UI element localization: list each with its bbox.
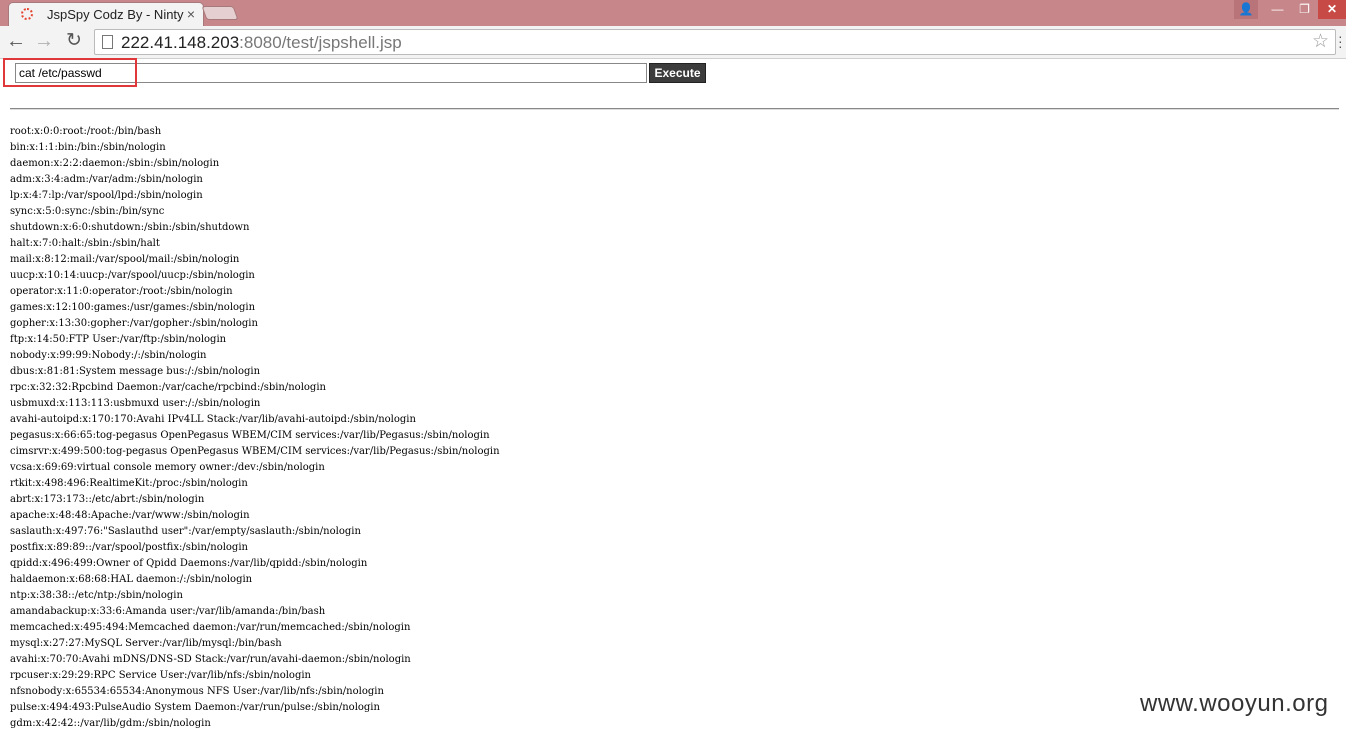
output-line: usbmuxd:x:113:113:usbmuxd user:/:/sbin/n…	[10, 398, 261, 409]
url-path: :8080/test/jspshell.jsp	[239, 33, 402, 52]
close-window-button[interactable]: ✕	[1318, 0, 1346, 19]
output-line: bin:x:1:1:bin:/bin:/sbin/nologin	[10, 142, 166, 153]
address-bar[interactable]: 222.41.148.203:8080/test/jspshell.jsp ☆	[94, 29, 1336, 55]
divider	[10, 108, 1339, 110]
output-line: uucp:x:10:14:uucp:/var/spool/uucp:/sbin/…	[10, 270, 255, 281]
output-line: abrt:x:173:173::/etc/abrt:/sbin/nologin	[10, 494, 205, 505]
output-line: haldaemon:x:68:68:HAL daemon:/:/sbin/nol…	[10, 574, 253, 585]
url-text[interactable]: 222.41.148.203:8080/test/jspshell.jsp	[121, 33, 402, 53]
output-line: memcached:x:495:494:Memcached daemon:/va…	[10, 622, 411, 633]
output-line: qpidd:x:496:499:Owner of Qpidd Daemons:/…	[10, 558, 368, 569]
back-icon[interactable]: ←	[4, 29, 28, 53]
output-line: rpcuser:x:29:29:RPC Service User:/var/li…	[10, 670, 311, 681]
output-line: nfsnobody:x:65534:65534:Anonymous NFS Us…	[10, 686, 384, 697]
output-line: amandabackup:x:33:6:Amanda user:/var/lib…	[10, 606, 326, 617]
tab-close-icon[interactable]: ×	[187, 6, 195, 22]
output-line: saslauth:x:497:76:"Saslauthd user":/var/…	[10, 526, 361, 537]
output-line: operator:x:11:0:operator:/root:/sbin/nol…	[10, 286, 233, 297]
output-line: adm:x:3:4:adm:/var/adm:/sbin/nologin	[10, 174, 203, 185]
output-line: pulse:x:494:493:PulseAudio System Daemon…	[10, 702, 380, 713]
output-line: shutdown:x:6:0:shutdown:/sbin:/sbin/shut…	[10, 222, 250, 233]
output-line: games:x:12:100:games:/usr/games:/sbin/no…	[10, 302, 256, 313]
tab-title: JspSpy Codz By - Ninty	[47, 7, 184, 22]
output-line: lp:x:4:7:lp:/var/spool/lpd:/sbin/nologin	[10, 190, 203, 201]
output-line: rtkit:x:498:496:RealtimeKit:/proc:/sbin/…	[10, 478, 248, 489]
user-icon[interactable]: 👤	[1234, 0, 1258, 19]
output-line: pegasus:x:66:65:tog-pegasus OpenPegasus …	[10, 430, 490, 441]
output-line: halt:x:7:0:halt:/sbin:/sbin/halt	[10, 238, 160, 249]
minimize-button[interactable]: —	[1264, 0, 1291, 19]
output-line: ntp:x:38:38::/etc/ntp:/sbin/nologin	[10, 590, 183, 601]
bookmark-star-icon[interactable]: ☆	[1312, 30, 1329, 54]
maximize-button[interactable]: ❐	[1291, 0, 1318, 19]
url-host: 222.41.148.203	[121, 33, 240, 52]
browser-tab[interactable]: JspSpy Codz By - Ninty ×	[8, 2, 204, 26]
loading-icon	[21, 8, 33, 20]
menu-icon[interactable]: · · ·	[1338, 29, 1344, 53]
output-line: ftp:x:14:50:FTP User:/var/ftp:/sbin/nolo…	[10, 334, 227, 345]
output-line: sync:x:5:0:sync:/sbin:/bin/sync	[10, 206, 165, 217]
output-line: cimsrvr:x:499:500:tog-pegasus OpenPegasu…	[10, 446, 500, 457]
output-line: nobody:x:99:99:Nobody:/:/sbin/nologin	[10, 350, 207, 361]
command-output: root:x:0:0:root:/root:/bin/bash bin:x:1:1…	[10, 124, 1330, 735]
new-tab-button[interactable]	[201, 6, 239, 20]
highlight-box	[3, 58, 137, 87]
output-line: gdm:x:42:42::/var/lib/gdm:/sbin/nologin	[10, 718, 211, 729]
output-line: root:x:0:0:root:/root:/bin/bash	[10, 126, 162, 137]
page-icon	[102, 35, 113, 49]
browser-toolbar: ← → ↻ 222.41.148.203:8080/test/jspshell.…	[0, 26, 1346, 59]
output-line: postfix:x:89:89::/var/spool/postfix:/sbi…	[10, 542, 248, 553]
watermark: www.wooyun.org	[1140, 690, 1329, 717]
output-line: rpc:x:32:32:Rpcbind Daemon:/var/cache/rp…	[10, 382, 326, 393]
output-line: vcsa:x:69:69:virtual console memory owne…	[10, 462, 325, 473]
output-line: apache:x:48:48:Apache:/var/www:/sbin/nol…	[10, 510, 250, 521]
output-line: mysql:x:27:27:MySQL Server:/var/lib/mysq…	[10, 638, 282, 649]
output-line: avahi:x:70:70:Avahi mDNS/DNS-SD Stack:/v…	[10, 654, 411, 665]
output-line: daemon:x:2:2:daemon:/sbin:/sbin/nologin	[10, 158, 220, 169]
window-titlebar: JspSpy Codz By - Ninty × 👤 — ❐ ✕	[0, 0, 1346, 26]
output-line: avahi-autoipd:x:170:170:Avahi IPv4LL Sta…	[10, 414, 416, 425]
output-line: mail:x:8:12:mail:/var/spool/mail:/sbin/n…	[10, 254, 240, 265]
execute-button[interactable]: Execute	[649, 63, 706, 83]
reload-icon[interactable]: ↻	[62, 29, 86, 53]
forward-icon[interactable]: →	[32, 29, 56, 53]
output-line: dbus:x:81:81:System message bus:/:/sbin/…	[10, 366, 261, 377]
output-line: gopher:x:13:30:gopher:/var/gopher:/sbin/…	[10, 318, 258, 329]
